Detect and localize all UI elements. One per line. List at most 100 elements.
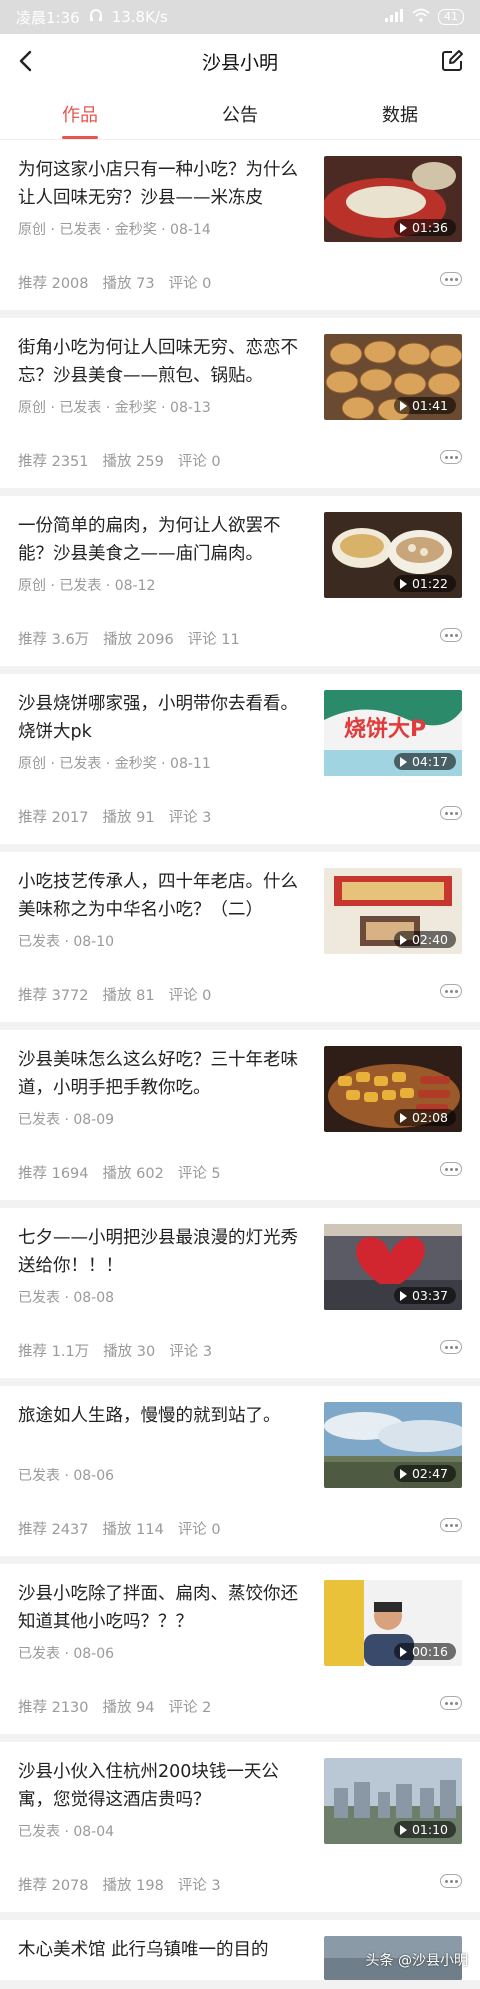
tab-works[interactable]: 作品 — [0, 88, 160, 139]
play-icon — [399, 1824, 407, 1835]
more-options-icon[interactable] — [440, 450, 462, 464]
more-options-icon[interactable] — [440, 1518, 462, 1532]
duration-text: 01:22 — [411, 576, 448, 591]
item-title: 小吃技艺传承人，四十年老店。什么美味称之为中华名小吃？（二） — [18, 872, 298, 920]
comment-count: 评论 2 — [168, 1700, 212, 1716]
list-item[interactable]: 街角小吃为何让人回味无穷、恋恋不忘？沙县美食——煎包、锅贴。 原创 · 已发表 ·… — [0, 318, 480, 488]
duration-badge: 04:17 — [393, 753, 456, 770]
video-thumbnail[interactable]: 02:08 — [324, 1046, 462, 1132]
list-item[interactable]: 沙县小伙入住杭州200块钱一天公寓，您觉得这酒店贵吗？ 已发表 · 08-04 01… — [0, 1742, 480, 1912]
item-title: 沙县小伙入住杭州200块钱一天公寓，您觉得这酒店贵吗？ — [18, 1762, 279, 1810]
play-icon — [399, 1468, 407, 1479]
more-options-icon[interactable] — [440, 806, 462, 820]
duration-text: 00:16 — [411, 1644, 448, 1659]
duration-badge: 02:08 — [393, 1109, 456, 1126]
watermark-text: 头条 @沙县小明 — [365, 1953, 468, 1969]
play-count: 播放 94 — [102, 1700, 155, 1716]
item-stats: 推荐 2437 播放 114 评论 0 — [18, 1518, 221, 1539]
edit-icon[interactable] — [438, 47, 466, 75]
play-icon — [399, 400, 407, 411]
duration-text: 02:08 — [411, 1110, 448, 1125]
status-time: 凌晨1:36 — [16, 8, 80, 27]
duration-text: 01:36 — [411, 220, 448, 235]
more-options-icon[interactable] — [440, 1874, 462, 1888]
play-icon — [399, 578, 407, 589]
play-count: 播放 91 — [102, 810, 155, 826]
list-item[interactable]: 木心美术馆 此行乌镇唯一的目的 头条 @沙县小明 — [0, 1920, 480, 1980]
more-options-icon[interactable] — [440, 628, 462, 642]
headphones-icon — [88, 7, 104, 27]
recommend-count: 推荐 2130 — [18, 1700, 89, 1716]
list-item[interactable]: 一份简单的扁肉，为何让人欲罢不能？沙县美食之——庙门扁肉。 原创 · 已发表 · … — [0, 496, 480, 666]
duration-badge: 01:22 — [393, 575, 456, 592]
list-item[interactable]: 七夕——小明把沙县最浪漫的灯光秀送给你！！！ 已发表 · 08-08 03:37 推荐… — [0, 1208, 480, 1378]
app-header: 沙县小明 — [0, 34, 480, 88]
item-title: 旅途如人生路，慢慢的就到站了。 — [18, 1406, 281, 1426]
item-stats: 推荐 2017 播放 91 评论 3 — [18, 806, 211, 827]
duration-badge: 02:40 — [393, 931, 456, 948]
video-thumbnail[interactable]: 01:10 — [324, 1758, 462, 1844]
duration-text: 01:10 — [411, 1822, 448, 1837]
more-options-icon[interactable] — [440, 1340, 462, 1354]
recommend-count: 推荐 3772 — [18, 988, 89, 1004]
tab-announcements[interactable]: 公告 — [160, 88, 320, 139]
video-thumbnail[interactable]: 02:47 — [324, 1402, 462, 1488]
item-stats: 推荐 2078 播放 198 评论 3 — [18, 1874, 221, 1895]
recommend-count: 推荐 2351 — [18, 454, 89, 470]
play-icon — [399, 756, 407, 767]
video-thumbnail[interactable]: 01:36 — [324, 156, 462, 242]
duration-badge: 00:16 — [393, 1643, 456, 1660]
page-title: 沙县小明 — [201, 51, 278, 74]
play-count: 播放 73 — [102, 276, 155, 292]
back-arrow-icon[interactable] — [12, 47, 40, 75]
duration-text: 02:40 — [411, 932, 448, 947]
watermark: 头条 @沙县小明 — [366, 1950, 468, 1970]
recommend-count: 推荐 2017 — [18, 810, 89, 826]
item-title: 街角小吃为何让人回味无穷、恋恋不忘？沙县美食——煎包、锅贴。 — [18, 338, 298, 386]
play-icon — [399, 1646, 407, 1657]
tab-bar: 作品 公告 数据 — [0, 88, 480, 140]
list-item[interactable]: 沙县小吃除了拌面、扁肉、蒸饺你还知道其他小吃吗？？？ 已发表 · 08-06 00:… — [0, 1564, 480, 1734]
item-stats: 推荐 2008 播放 73 评论 0 — [18, 272, 211, 293]
battery-icon: 41 — [438, 9, 464, 25]
more-options-icon[interactable] — [440, 272, 462, 286]
recommend-count: 推荐 1.1万 — [18, 1344, 90, 1360]
play-icon — [399, 1290, 407, 1301]
video-thumbnail[interactable]: 烧饼大P 04:17 — [324, 690, 462, 776]
comment-count: 评论 0 — [168, 276, 212, 292]
video-thumbnail[interactable]: 03:37 — [324, 1224, 462, 1310]
video-thumbnail[interactable]: 02:40 — [324, 868, 462, 954]
video-thumbnail[interactable]: 01:22 — [324, 512, 462, 598]
more-options-icon[interactable] — [440, 1696, 462, 1710]
play-icon — [399, 934, 407, 945]
network-speed: 13.8K/s — [111, 8, 168, 26]
comment-count: 评论 0 — [168, 988, 212, 1004]
list-item[interactable]: 小吃技艺传承人，四十年老店。什么美味称之为中华名小吃？（二） 已发表 · 08-1… — [0, 852, 480, 1022]
item-stats: 推荐 1.1万 播放 30 评论 3 — [18, 1340, 212, 1361]
duration-badge: 01:36 — [393, 219, 456, 236]
video-thumbnail[interactable]: 01:41 — [324, 334, 462, 420]
play-icon — [399, 222, 407, 233]
video-thumbnail[interactable]: 00:16 — [324, 1580, 462, 1666]
item-title: 沙县美味怎么这么好吃？三十年老味道，小明手把手教你吃。 — [18, 1050, 298, 1098]
list-item[interactable]: 沙县烧饼哪家强，小明带你去看看。烧饼大pk 原创 · 已发表 · 金秒奖 · 08… — [0, 674, 480, 844]
list-item[interactable]: 沙县美味怎么这么好吃？三十年老味道，小明手把手教你吃。 已发表 · 08-09 02… — [0, 1030, 480, 1200]
duration-text: 02:47 — [411, 1466, 448, 1481]
item-title: 木心美术馆 此行乌镇唯一的目的 — [18, 1940, 269, 1960]
list-item[interactable]: 为何这家小店只有一种小吃？为什么让人回味无穷？沙县——米冻皮 原创 · 已发表 ·… — [0, 140, 480, 310]
item-title: 沙县烧饼哪家强，小明带你去看看。烧饼大pk — [18, 694, 298, 742]
tab-data[interactable]: 数据 — [320, 88, 480, 139]
more-options-icon[interactable] — [440, 984, 462, 998]
signal-icon — [384, 8, 404, 26]
list-item[interactable]: 旅途如人生路，慢慢的就到站了。 已发表 · 08-06 02:47 推荐 2437 播放… — [0, 1386, 480, 1556]
recommend-count: 推荐 2078 — [18, 1878, 89, 1894]
item-stats: 推荐 2351 播放 259 评论 0 — [18, 450, 221, 471]
play-icon — [399, 1112, 407, 1123]
comment-count: 评论 0 — [177, 1522, 221, 1538]
item-stats: 推荐 1694 播放 602 评论 5 — [18, 1162, 221, 1183]
play-count: 播放 2096 — [103, 632, 174, 648]
more-options-icon[interactable] — [440, 1162, 462, 1176]
duration-badge: 01:10 — [393, 1821, 456, 1838]
wifi-icon — [412, 8, 430, 26]
duration-badge: 02:47 — [393, 1465, 456, 1482]
